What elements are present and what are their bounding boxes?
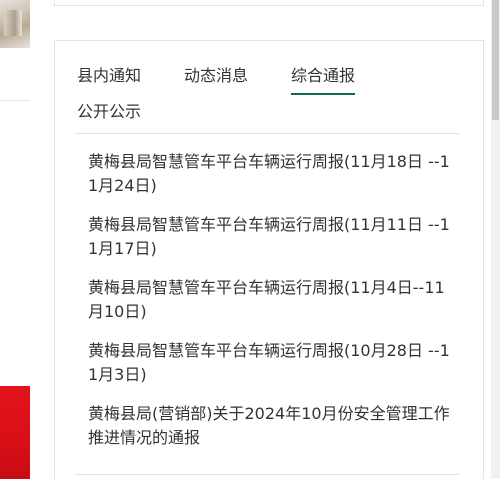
list-item[interactable]: 黄梅县局(营销部)关于2024年10月份安全管理工作推进情况的通报 <box>88 402 458 450</box>
upper-panel-fragment <box>54 0 484 6</box>
news-panel: 县内通知 动态消息 综合通报 公开公示 黄梅县局智慧管车平台车辆运行周报(11月… <box>54 40 484 479</box>
news-link[interactable]: 黄梅县局智慧管车平台车辆运行周报(11月4日--11月10日) <box>88 276 458 324</box>
list-item[interactable]: 黄梅县局智慧管车平台车辆运行周报(11月4日--11月10日) <box>88 276 458 324</box>
list-item[interactable]: 黄梅县局智慧管车平台车辆运行周报(11月18日 --11月24日) <box>88 150 458 198</box>
news-link[interactable]: 黄梅县局智慧管车平台车辆运行周报(11月18日 --11月24日) <box>88 150 458 198</box>
tab-comprehensive-report[interactable]: 综合通报 <box>291 65 356 95</box>
news-list: 黄梅县局智慧管车平台车辆运行周报(11月18日 --11月24日) 黄梅县局智慧… <box>88 150 458 465</box>
left-divider <box>0 100 30 101</box>
tabs-divider <box>75 133 460 134</box>
left-red-banner[interactable] <box>0 386 30 479</box>
list-item[interactable]: 黄梅县局智慧管车平台车辆运行周报(10月28日 --11月3日) <box>88 339 458 387</box>
tab-public-notice[interactable]: 公开公示 <box>77 101 141 123</box>
news-link[interactable]: 黄梅县局智慧管车平台车辆运行周报(11月11日 --11月17日) <box>88 213 458 261</box>
tab-county-notice[interactable]: 县内通知 <box>77 65 141 87</box>
list-bottom-divider <box>75 474 460 475</box>
left-image-fragment[interactable] <box>0 0 30 48</box>
list-item[interactable]: 黄梅县局智慧管车平台车辆运行周报(11月11日 --11月17日) <box>88 213 458 261</box>
news-link[interactable]: 黄梅县局智慧管车平台车辆运行周报(10月28日 --11月3日) <box>88 339 458 387</box>
tab-dynamic-news[interactable]: 动态消息 <box>184 65 248 87</box>
scrollbar-thumb[interactable] <box>492 0 499 120</box>
news-link[interactable]: 黄梅县局(营销部)关于2024年10月份安全管理工作推进情况的通报 <box>88 402 458 450</box>
